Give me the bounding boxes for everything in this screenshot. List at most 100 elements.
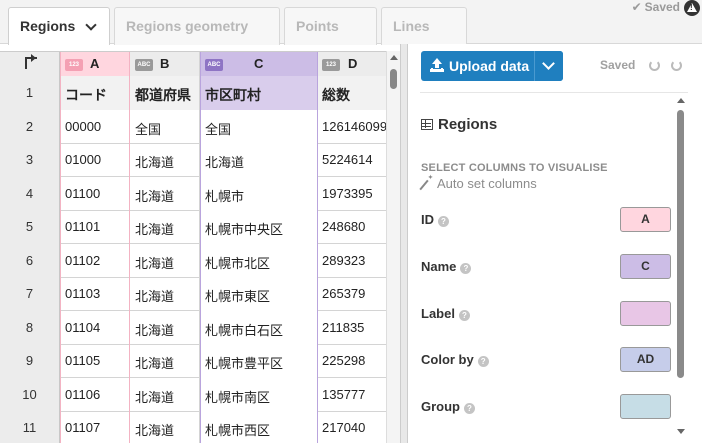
row-number[interactable]: 11	[0, 411, 60, 443]
cell-b[interactable]: 北海道	[130, 411, 200, 443]
cell-c[interactable]: 札幌市北区	[200, 243, 318, 278]
cell-a[interactable]: 01101	[60, 210, 130, 244]
cell-d[interactable]: 289323	[318, 244, 386, 278]
warning-icon[interactable]	[684, 0, 700, 16]
column-header-a[interactable]: 123 A	[60, 52, 130, 76]
help-icon[interactable]: ?	[460, 263, 472, 274]
cell-d[interactable]: 248680	[318, 210, 386, 244]
column-chip[interactable]: A	[620, 207, 671, 232]
column-header-b[interactable]: ABC B	[130, 52, 200, 76]
row-number[interactable]: 5	[0, 210, 60, 244]
cell-c[interactable]: 札幌市西区	[200, 411, 318, 443]
cell-d[interactable]: 217040	[318, 411, 386, 443]
cell-a[interactable]: 01104	[60, 310, 130, 345]
cell-a[interactable]: 01100	[60, 176, 130, 211]
tab-lines[interactable]: Lines	[381, 7, 467, 45]
undo-icon[interactable]	[649, 60, 660, 71]
tab-points[interactable]: Points	[284, 7, 377, 45]
column-chip[interactable]: C	[620, 254, 671, 279]
field-label-text: ID	[421, 212, 434, 227]
field-label-text: Name	[421, 259, 457, 274]
field-label: Label?	[421, 306, 470, 321]
check-icon: ✔	[631, 0, 642, 14]
cell-a[interactable]: 01106	[60, 377, 130, 412]
table-row: 6 01102 北海道 札幌市北区 289323	[0, 243, 400, 278]
cell-d[interactable]: 総数	[318, 76, 386, 110]
row-number[interactable]: 2	[0, 109, 60, 144]
saved-status: ✔ Saved	[632, 0, 680, 14]
row-number[interactable]: 10	[0, 377, 60, 412]
tab-regions[interactable]: Regions	[8, 7, 110, 45]
grid-scrollbar[interactable]	[386, 51, 400, 443]
cell-b[interactable]: 北海道	[130, 277, 200, 311]
cell-c[interactable]: 市区町村	[200, 76, 318, 110]
cell-c[interactable]: 全国	[200, 109, 318, 144]
scroll-up-icon[interactable]	[677, 98, 685, 103]
cell-a[interactable]: 01107	[60, 411, 130, 443]
help-icon[interactable]: ?	[477, 356, 489, 367]
cell-b[interactable]: 北海道	[130, 310, 200, 345]
cell-c[interactable]: 札幌市豊平区	[200, 344, 318, 378]
scroll-thumb[interactable]	[677, 110, 684, 378]
cell-a[interactable]: 01105	[60, 344, 130, 378]
cell-d[interactable]: 1973395	[318, 177, 386, 211]
row-number[interactable]: 6	[0, 243, 60, 278]
cell-a[interactable]: 01103	[60, 277, 130, 311]
help-icon[interactable]: ?	[438, 216, 449, 227]
upload-dropdown-button[interactable]	[534, 51, 563, 81]
column-chip[interactable]: AD	[620, 347, 671, 372]
divider	[420, 92, 688, 93]
row-number[interactable]: 7	[0, 277, 60, 311]
panel-scrollbar[interactable]	[676, 96, 686, 436]
panel-splitter[interactable]	[400, 44, 408, 443]
help-icon[interactable]: ?	[464, 403, 475, 414]
cell-c[interactable]: 北海道	[200, 143, 318, 177]
column-chip[interactable]	[620, 394, 671, 419]
cell-d[interactable]: 135777	[318, 378, 386, 412]
saved-label: Saved	[600, 58, 636, 72]
cell-b[interactable]: 北海道	[130, 377, 200, 412]
redo-icon[interactable]	[671, 60, 682, 71]
cell-d[interactable]: 225298	[318, 344, 386, 378]
table-row: 2 00000 全国 全国 126146099	[0, 109, 400, 144]
scroll-thumb[interactable]	[390, 69, 397, 89]
cell-c[interactable]: 札幌市南区	[200, 377, 318, 412]
field-row-color-by: Color by? AD	[421, 347, 671, 373]
cell-b[interactable]: 北海道	[130, 243, 200, 278]
cell-b[interactable]: 全国	[130, 109, 200, 144]
corner-cell[interactable]	[0, 52, 60, 76]
cell-c[interactable]: 札幌市白石区	[200, 310, 318, 345]
cell-c[interactable]: 札幌市東区	[200, 277, 318, 311]
cell-b[interactable]: 北海道	[130, 143, 200, 177]
cell-d[interactable]: 126146099	[318, 110, 386, 144]
chevron-down-icon[interactable]	[85, 19, 97, 31]
cell-d[interactable]: 265379	[318, 277, 386, 311]
cell-d[interactable]: 5224614	[318, 143, 386, 177]
column-chip[interactable]	[620, 301, 671, 326]
cell-a[interactable]: 01102	[60, 243, 130, 278]
cell-b[interactable]: 都道府県	[130, 76, 200, 110]
cell-b[interactable]: 北海道	[130, 344, 200, 378]
row-number[interactable]: 1	[0, 76, 60, 110]
cell-c[interactable]: 札幌市中央区	[200, 210, 318, 244]
help-icon[interactable]: ?	[458, 310, 470, 321]
tab-regions-geometry[interactable]: Regions geometry	[114, 7, 280, 45]
row-number[interactable]: 8	[0, 310, 60, 345]
column-header-d[interactable]: 123 D	[318, 52, 386, 76]
data-grid: 123 A ABC B ABC C 123 D 1 コード 都道府県 市区町村 総数 2 0…	[0, 51, 400, 443]
auto-set-columns-link[interactable]: Auto set columns	[419, 176, 537, 191]
cell-b[interactable]: 北海道	[130, 210, 200, 244]
scroll-down-icon[interactable]	[677, 429, 685, 434]
column-header-c[interactable]: ABC C	[200, 52, 318, 76]
row-number[interactable]: 9	[0, 344, 60, 378]
field-label-text: Group	[421, 399, 460, 414]
cell-b[interactable]: 北海道	[130, 176, 200, 211]
scroll-up-icon[interactable]	[390, 55, 398, 60]
row-number[interactable]: 4	[0, 176, 60, 211]
cell-a[interactable]: 00000	[60, 109, 130, 144]
row-number[interactable]: 3	[0, 143, 60, 177]
cell-a[interactable]: 01000	[60, 143, 130, 177]
cell-c[interactable]: 札幌市	[200, 176, 318, 211]
cell-a[interactable]: コード	[60, 76, 130, 110]
cell-d[interactable]: 211835	[318, 311, 386, 345]
